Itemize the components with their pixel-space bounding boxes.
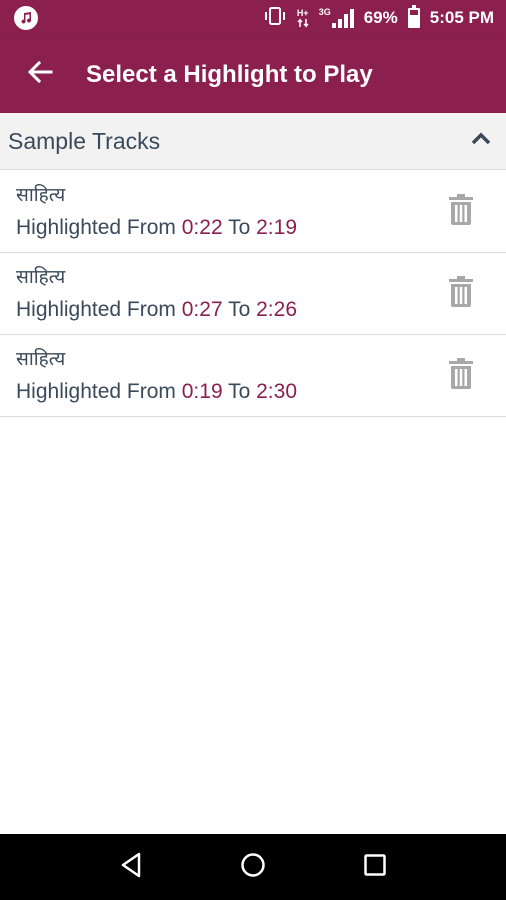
page-title: Select a Highlight to Play bbox=[86, 60, 373, 88]
nav-back-button[interactable] bbox=[109, 845, 153, 889]
section-header-sample-tracks[interactable]: Sample Tracks bbox=[0, 113, 506, 170]
arrow-left-icon bbox=[27, 60, 53, 89]
list-item[interactable]: साहित्य Highlighted From 0:19 To 2:30 bbox=[0, 335, 506, 417]
highlight-range: Highlighted From 0:22 To 2:19 bbox=[16, 216, 297, 240]
battery-percent: 69% bbox=[363, 8, 398, 27]
chevron-up-icon bbox=[470, 132, 492, 151]
from-label: Highlighted From bbox=[16, 380, 176, 403]
collapse-button[interactable] bbox=[466, 126, 496, 156]
system-nav-bar bbox=[0, 834, 506, 900]
from-time: 0:27 bbox=[181, 298, 223, 321]
track-name: साहित्य bbox=[16, 184, 66, 206]
to-label: To bbox=[228, 380, 251, 403]
trash-icon bbox=[448, 275, 474, 313]
highlight-range: Highlighted From 0:19 To 2:30 bbox=[16, 380, 297, 404]
network-type: H+ bbox=[297, 8, 309, 28]
nav-recents-button[interactable] bbox=[353, 845, 397, 889]
list-item[interactable]: साहित्य Highlighted From 0:27 To 2:26 bbox=[0, 253, 506, 335]
delete-button[interactable] bbox=[446, 357, 476, 395]
highlight-range: Highlighted From 0:27 To 2:26 bbox=[16, 298, 297, 322]
to-time: 2:26 bbox=[256, 298, 297, 321]
back-button[interactable] bbox=[14, 49, 66, 101]
status-bar: H+ 3G 69% 5:05 PM bbox=[0, 0, 506, 36]
from-time: 0:22 bbox=[181, 216, 223, 239]
network-sub-label: 3G bbox=[318, 7, 331, 17]
section-title: Sample Tracks bbox=[8, 127, 161, 154]
home-circle-icon bbox=[240, 852, 266, 883]
to-label: To bbox=[228, 298, 251, 321]
delete-button[interactable] bbox=[446, 275, 476, 313]
to-time: 2:19 bbox=[256, 216, 297, 239]
to-time: 2:30 bbox=[256, 380, 297, 403]
nav-home-button[interactable] bbox=[231, 845, 275, 889]
clock: 5:05 PM bbox=[429, 8, 494, 27]
from-label: Highlighted From bbox=[16, 216, 176, 239]
vibrate-icon bbox=[263, 6, 287, 31]
highlight-list: साहित्य Highlighted From 0:22 To 2:19 सा… bbox=[0, 171, 506, 417]
battery-icon bbox=[407, 5, 420, 28]
list-item[interactable]: साहित्य Highlighted From 0:22 To 2:19 bbox=[0, 171, 506, 253]
track-name: साहित्य bbox=[16, 348, 66, 370]
from-label: Highlighted From bbox=[16, 298, 176, 321]
app-bar: Select a Highlight to Play bbox=[0, 36, 506, 113]
music-icon bbox=[14, 6, 38, 30]
trash-icon bbox=[448, 357, 474, 395]
back-triangle-icon bbox=[119, 852, 143, 883]
signal-icon: 3G bbox=[319, 8, 354, 28]
delete-button[interactable] bbox=[446, 193, 476, 231]
to-label: To bbox=[228, 216, 251, 239]
from-time: 0:19 bbox=[181, 380, 223, 403]
track-name: साहित्य bbox=[16, 266, 66, 288]
recents-square-icon bbox=[363, 853, 387, 882]
trash-icon bbox=[448, 193, 474, 231]
